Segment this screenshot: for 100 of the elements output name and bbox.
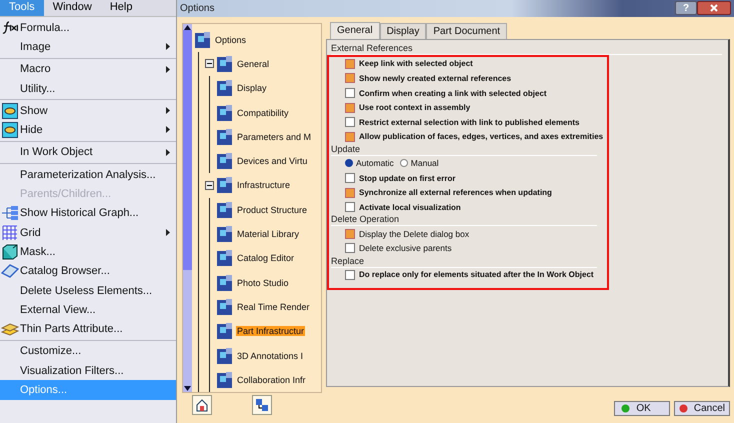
tool-button[interactable] <box>252 395 272 415</box>
tree-node-icon <box>216 225 234 244</box>
tab[interactable]: Part Document <box>426 22 508 39</box>
menu-item[interactable]: Catalog Browser... <box>0 262 176 281</box>
checkbox[interactable] <box>345 132 355 142</box>
checkbox[interactable] <box>345 188 355 198</box>
checkbox-label: Delete exclusive parents <box>359 243 452 254</box>
tools-icon <box>194 30 212 49</box>
menu-item[interactable]: Show <box>0 101 176 120</box>
checkbox[interactable] <box>345 173 355 183</box>
house-tool-button[interactable] <box>192 395 212 415</box>
menu-item[interactable]: Delete Useless Elements... <box>0 280 176 300</box>
tree-item[interactable]: Compatibility <box>236 108 290 118</box>
collapse-icon[interactable] <box>205 180 214 190</box>
tree-item[interactable]: Part Infrastructur <box>236 326 306 336</box>
close-icon <box>710 4 718 12</box>
cube-icon <box>2 244 18 260</box>
tree-item[interactable]: Parameters and M <box>236 132 312 142</box>
checkbox-label: Do replace only for elements situated after the In Work Object <box>359 270 594 280</box>
cancel-dot-icon <box>678 404 688 413</box>
menu-item[interactable]: Formula... <box>0 18 176 38</box>
menu-item[interactable]: Grid <box>0 222 176 242</box>
menubar-item[interactable]: Help <box>100 0 142 16</box>
checkbox[interactable] <box>345 73 355 84</box>
squares-icon <box>255 398 269 412</box>
checkbox-label: Activate local visualization <box>359 202 461 212</box>
house-icon <box>195 398 209 412</box>
eye-icon <box>2 102 18 119</box>
tree-item[interactable]: Photo Studio <box>236 278 290 288</box>
radio-button[interactable] <box>345 159 353 168</box>
menu-item[interactable]: Thin Parts Attribute... <box>0 319 176 339</box>
checkbox[interactable] <box>345 243 355 254</box>
tree-node-icon <box>216 79 234 98</box>
ok-dot-icon <box>621 404 630 413</box>
checkbox-label: Keep link with selected object <box>359 59 473 68</box>
tree-item[interactable]: Display <box>236 83 268 94</box>
tree-node-icon <box>216 370 234 389</box>
menubar-item[interactable]: Window <box>44 0 101 16</box>
eye-icon <box>2 122 18 138</box>
menu-item[interactable]: Utility... <box>0 78 176 98</box>
checkbox[interactable] <box>345 228 355 239</box>
menu-item[interactable]: Hide <box>0 120 176 140</box>
checkbox-label: Allow publication of faces, edges, vertices, and axes extremities <box>359 132 604 142</box>
tree-node-icon <box>216 128 234 146</box>
checkbox-label: Display the Delete dialog box <box>359 228 470 239</box>
menu-item[interactable]: Image <box>0 37 176 57</box>
menu-item[interactable]: External View... <box>0 300 176 320</box>
section-title: External References <box>331 42 722 55</box>
checkbox[interactable] <box>345 270 355 280</box>
tree-node-icon <box>216 274 234 292</box>
tree-item[interactable]: Infrastructure <box>236 180 292 190</box>
tree-node-icon <box>216 322 234 340</box>
cancel-button[interactable]: Cancel <box>674 400 730 416</box>
collapse-icon[interactable] <box>205 59 214 68</box>
tree-node-icon <box>216 200 234 219</box>
radio-button[interactable] <box>400 159 408 168</box>
menu-item[interactable]: Macro <box>0 60 176 79</box>
menu-item[interactable]: Show Historical Graph... <box>0 204 176 223</box>
menu-item[interactable]: Visualization Filters... <box>0 361 176 380</box>
section-title: Replace <box>331 256 598 268</box>
window-title: Options <box>180 2 216 14</box>
checkbox[interactable] <box>345 117 355 128</box>
menu-item[interactable]: Parameterization Analysis... <box>0 165 176 184</box>
function-icon <box>2 20 18 35</box>
scrollbar[interactable] <box>183 24 192 392</box>
menu-item[interactable]: Customize... <box>0 342 176 362</box>
layers-icon <box>1 321 19 338</box>
tree-item[interactable]: Options <box>214 34 248 45</box>
checkbox[interactable] <box>345 88 355 98</box>
tree-item[interactable]: Collaboration Infr <box>236 374 307 385</box>
menu-item[interactable]: Mask... <box>0 242 176 262</box>
close-button[interactable] <box>697 1 731 16</box>
tree-item[interactable]: General <box>236 58 270 69</box>
checkbox[interactable] <box>345 202 355 212</box>
tree-node-icon <box>216 176 234 194</box>
tree-item[interactable]: Catalog Editor <box>236 253 296 264</box>
checkbox-label: Synchronize all external references when updating <box>359 188 552 198</box>
checkbox[interactable] <box>345 102 355 113</box>
checkbox-label: Stop update on first error <box>359 174 456 182</box>
scroll-down-icon[interactable] <box>184 386 191 392</box>
checkbox[interactable] <box>345 58 355 69</box>
radio-label: Automatic <box>356 158 394 168</box>
tab[interactable]: General <box>330 22 380 39</box>
graph-icon <box>1 206 19 220</box>
tree-item[interactable]: Devices and Virtu <box>236 156 308 166</box>
checkbox-label: Restrict external selection with link to published elements <box>359 118 580 127</box>
tree-node-icon <box>216 104 234 122</box>
tree-item[interactable]: Material Library <box>236 229 300 240</box>
tree-item[interactable]: Real Time Render <box>236 302 311 312</box>
checkbox-label: Show newly created external references <box>359 74 512 83</box>
menu-item[interactable]: In Work Object <box>0 142 176 162</box>
ok-button[interactable]: OK <box>614 400 670 416</box>
checkbox-label: Use root context in assembly <box>359 103 470 112</box>
tree-item[interactable]: Product Structure <box>236 204 308 215</box>
tree-node-icon <box>216 346 234 365</box>
book-icon <box>1 263 19 280</box>
radio-label: Manual <box>410 158 439 168</box>
tree-item[interactable]: 3D Annotations I <box>236 350 304 361</box>
tab[interactable]: Display <box>380 22 426 39</box>
tree-node-icon <box>216 152 234 170</box>
